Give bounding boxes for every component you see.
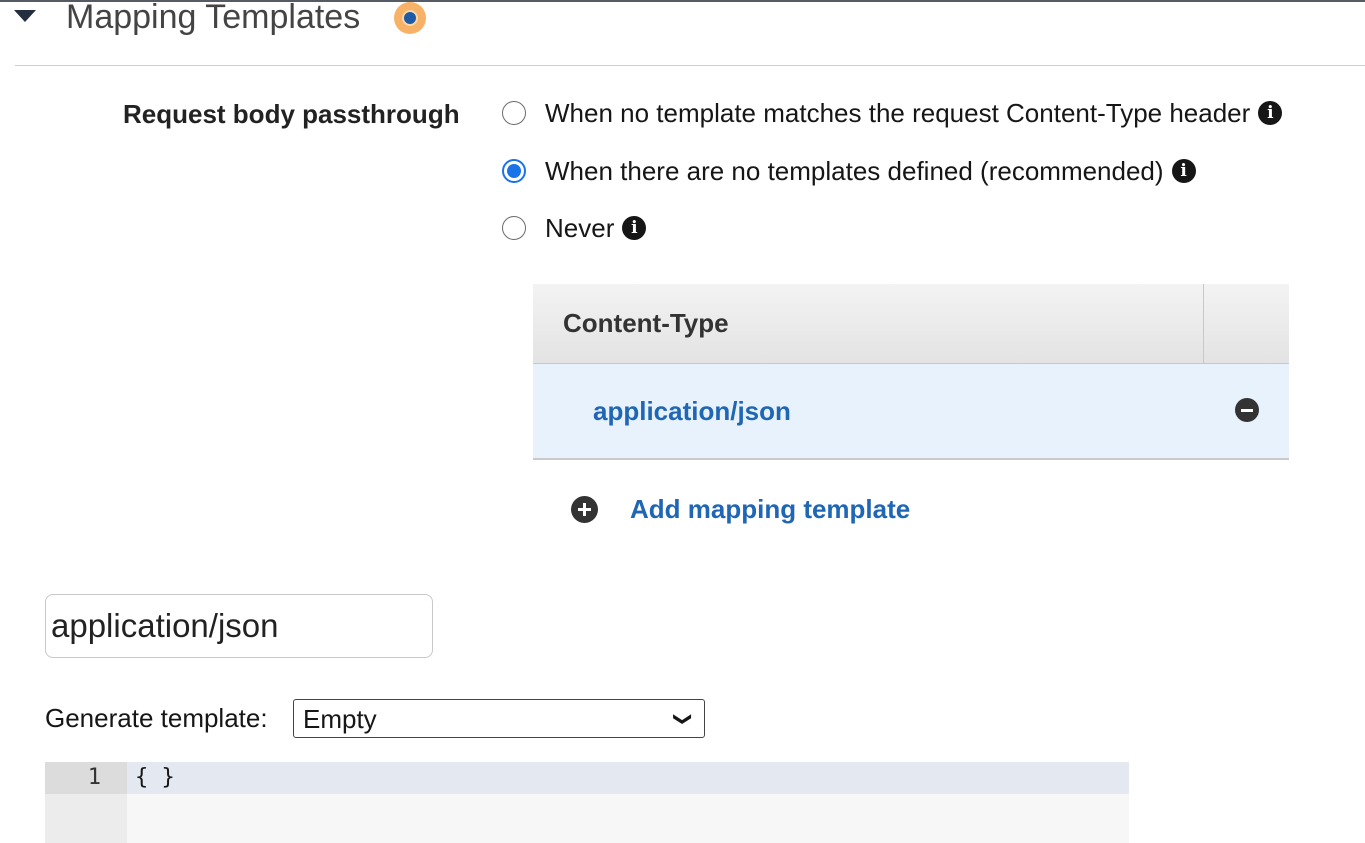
info-icon[interactable]: i: [1258, 101, 1283, 125]
column-divider: [1203, 284, 1204, 363]
radio-button[interactable]: [502, 216, 526, 240]
radio-label: Never: [545, 212, 615, 243]
section-divider: [15, 65, 1365, 66]
section-title[interactable]: Mapping Templates: [66, 0, 360, 38]
content-type-link[interactable]: application/json: [593, 396, 791, 427]
radio-label: When no template matches the request Con…: [545, 97, 1251, 128]
code-line[interactable]: { }: [135, 765, 175, 790]
content-type-table: Content-Type application/json: [533, 284, 1289, 460]
table-row[interactable]: application/json: [533, 364, 1289, 460]
radio-button[interactable]: [502, 101, 526, 125]
radio-button-selected[interactable]: [502, 159, 526, 183]
line-number: 1: [87, 765, 101, 790]
generate-template-label: Generate template:: [45, 703, 268, 733]
caret-down-icon[interactable]: [14, 10, 36, 22]
mapping-templates-header: Mapping Templates: [0, 0, 1365, 66]
info-icon[interactable]: i: [622, 216, 647, 240]
passthrough-option-no-templates[interactable]: When there are no templates defined (rec…: [502, 155, 1196, 187]
info-icon[interactable]: i: [1171, 159, 1196, 183]
active-line-highlight: [127, 762, 1129, 794]
add-mapping-template-button[interactable]: Add mapping template: [571, 492, 910, 526]
generate-template-select[interactable]: Empty ❯: [293, 699, 705, 738]
status-indicator-icon: [394, 2, 426, 34]
passthrough-label: Request body passthrough: [123, 99, 460, 129]
plus-circle-icon[interactable]: [571, 495, 598, 523]
minus-circle-icon[interactable]: [1235, 398, 1259, 422]
content-type-column-header: Content-Type: [563, 308, 729, 338]
add-mapping-template-link[interactable]: Add mapping template: [630, 494, 910, 525]
radio-label: When there are no templates defined (rec…: [545, 155, 1164, 186]
table-header: Content-Type: [533, 284, 1289, 364]
select-value: Empty: [303, 704, 377, 734]
passthrough-option-never[interactable]: Never i: [502, 212, 647, 244]
passthrough-option-when-no-match[interactable]: When no template matches the request Con…: [502, 97, 1283, 129]
content-type-input[interactable]: [45, 594, 433, 658]
template-code-editor[interactable]: 1 { }: [45, 762, 1129, 843]
chevron-down-icon: ❯: [673, 711, 694, 727]
